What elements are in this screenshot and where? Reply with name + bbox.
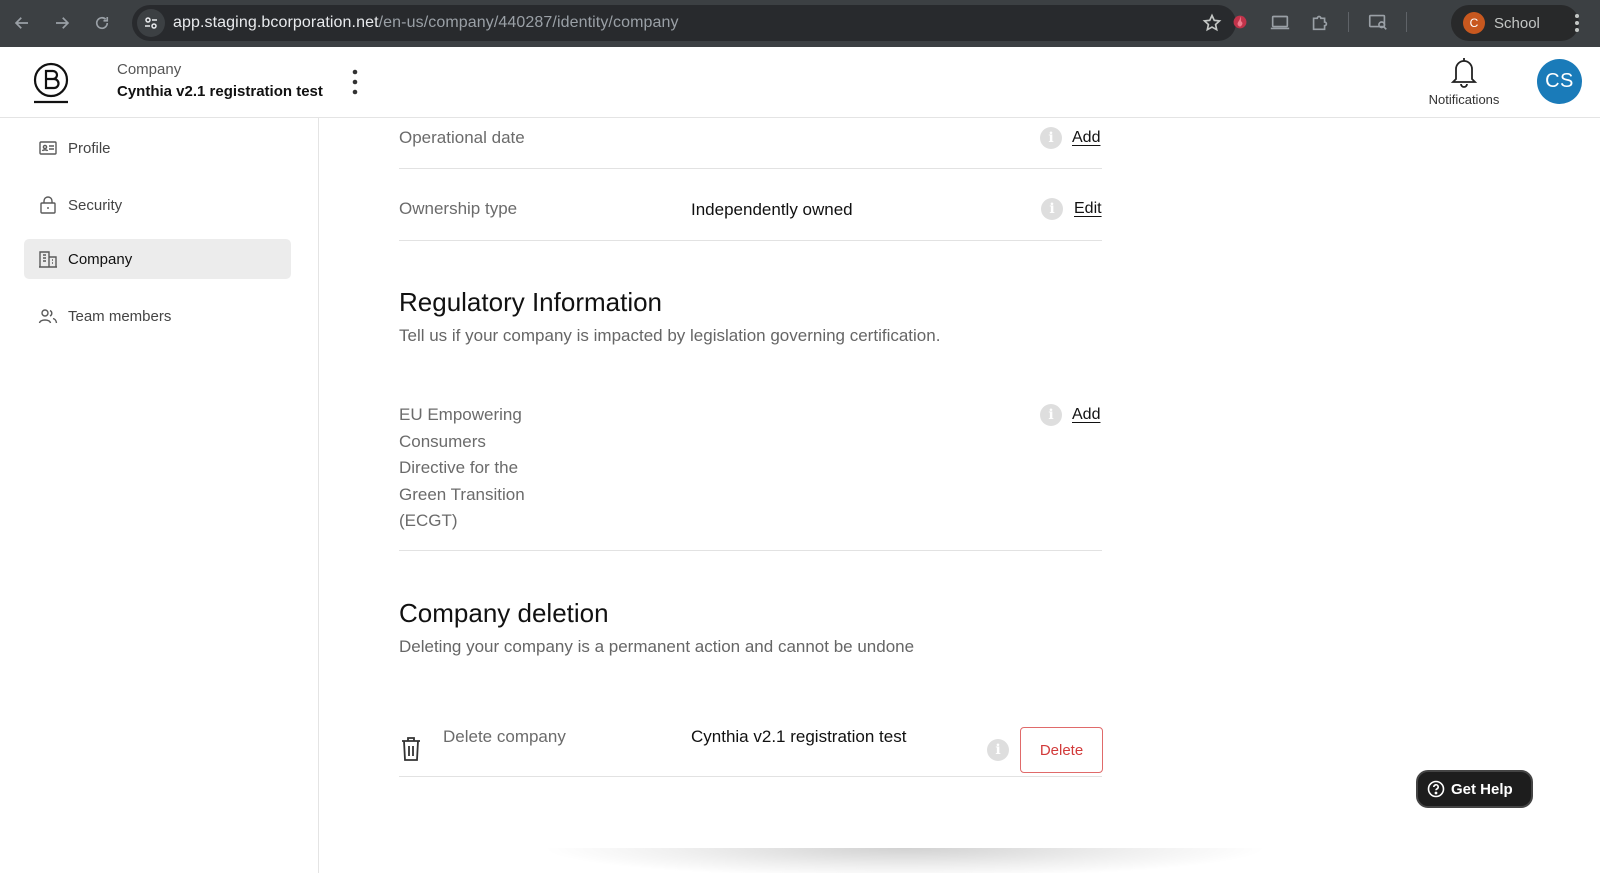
browser-profile-button[interactable]: C School [1451, 5, 1579, 41]
info-icon[interactable]: i [1041, 198, 1063, 220]
ecgt-label-line: Consumers [399, 431, 486, 451]
delete-company-button[interactable]: Delete [1020, 727, 1103, 773]
ownership-type-label: Ownership type [399, 199, 518, 218]
url-host: app.staging.bcorporation.net [173, 14, 379, 31]
bell-icon [1450, 58, 1478, 88]
arrow-left-icon [14, 17, 28, 29]
toolbar-divider [1348, 12, 1349, 32]
ecgt-label-line: EU Empowering [399, 405, 522, 424]
ecgt-label-line: Green Transition [399, 484, 525, 504]
puzzle-icon[interactable] [1309, 11, 1331, 33]
trash-icon [402, 737, 420, 761]
reload-button[interactable] [82, 3, 122, 43]
lock-icon [40, 196, 56, 214]
users-icon [38, 309, 58, 324]
bottom-scroll-shadow [540, 848, 1270, 873]
address-bar[interactable]: app.staging.bcorporation.net/en-us/compa… [132, 5, 1236, 41]
regulatory-section-subtitle: Tell us if your company is impacted by l… [399, 326, 941, 345]
id-card-icon [39, 141, 57, 155]
company-settings-main: Operational date i Add Ownership type In… [320, 118, 1600, 873]
browser-menu-icon[interactable] [1574, 12, 1580, 34]
building-icon [39, 251, 57, 268]
sidebar-item-label: Profile [68, 139, 111, 157]
get-help-button[interactable]: Get Help [1416, 770, 1533, 808]
operational-date-add-button[interactable]: Add [1072, 129, 1100, 147]
sidebar-item-profile[interactable]: Profile [24, 128, 291, 168]
arrow-right-icon [56, 17, 70, 29]
operational-date-label: Operational date [399, 128, 525, 147]
get-help-label: Get Help [1451, 780, 1513, 798]
sidebar-item-label: Team members [68, 307, 172, 325]
window-search-icon[interactable] [1367, 11, 1389, 33]
row-divider [399, 776, 1102, 777]
url-path: /en-us/company/440287/identity/company [378, 14, 679, 31]
info-icon[interactable]: i [1040, 127, 1062, 149]
info-icon[interactable]: i [987, 739, 1009, 761]
site-info-button[interactable] [137, 9, 165, 37]
ecgt-label: EU Empowering Consumers Directive for th… [399, 402, 525, 535]
delete-company-label: Delete company [443, 727, 566, 746]
ecgt-label-line: Directive for the [399, 458, 519, 477]
row-divider [399, 168, 1102, 169]
sidebar-item-label: Security [68, 196, 123, 214]
profile-name: School [1494, 14, 1540, 32]
url-text[interactable]: app.staging.bcorporation.net/en-us/compa… [173, 14, 679, 32]
app-header: Company Cynthia v2.1 registration test N… [0, 47, 1600, 118]
b-corp-logo-icon[interactable] [32, 61, 72, 105]
profile-avatar: C [1463, 12, 1485, 34]
company-name: Cynthia v2.1 registration test [117, 83, 323, 100]
bookmark-star-icon[interactable] [1202, 13, 1222, 33]
more-options-icon[interactable] [346, 67, 364, 97]
back-button[interactable] [2, 3, 42, 43]
deletion-section-subtitle: Deleting your company is a permanent act… [399, 637, 915, 656]
delete-company-value: Cynthia v2.1 registration test [691, 727, 907, 746]
ownership-type-edit-button[interactable]: Edit [1074, 200, 1102, 218]
notifications-button[interactable]: Notifications [1424, 55, 1504, 107]
toolbar-divider [1406, 12, 1407, 32]
reload-icon [95, 16, 109, 30]
ownership-type-value: Independently owned [691, 200, 853, 219]
sidebar: Profile Security Company Team members [0, 118, 319, 873]
row-divider [399, 240, 1102, 241]
browser-toolbar: app.staging.bcorporation.net/en-us/compa… [0, 0, 1600, 47]
sidebar-item-label: Company [68, 250, 133, 268]
forward-button[interactable] [42, 3, 82, 43]
ecgt-label-line: (ECGT) [399, 511, 458, 530]
info-icon[interactable]: i [1040, 404, 1062, 426]
user-avatar[interactable]: CS [1537, 59, 1582, 104]
ecgt-add-button[interactable]: Add [1072, 406, 1100, 424]
help-circle-icon [1427, 780, 1445, 798]
deletion-section-title: Company deletion [399, 598, 609, 628]
cast-icon[interactable] [1269, 11, 1291, 33]
company-label: Company [117, 61, 182, 78]
tune-icon [145, 17, 157, 29]
sidebar-item-team-members[interactable]: Team members [24, 296, 291, 336]
sidebar-item-security[interactable]: Security [24, 185, 291, 225]
sidebar-item-company[interactable]: Company [24, 239, 291, 279]
regulatory-section-title: Regulatory Information [399, 287, 663, 317]
extension-flame-icon[interactable] [1229, 11, 1251, 33]
row-divider [399, 550, 1102, 551]
notifications-label: Notifications [1428, 92, 1500, 107]
